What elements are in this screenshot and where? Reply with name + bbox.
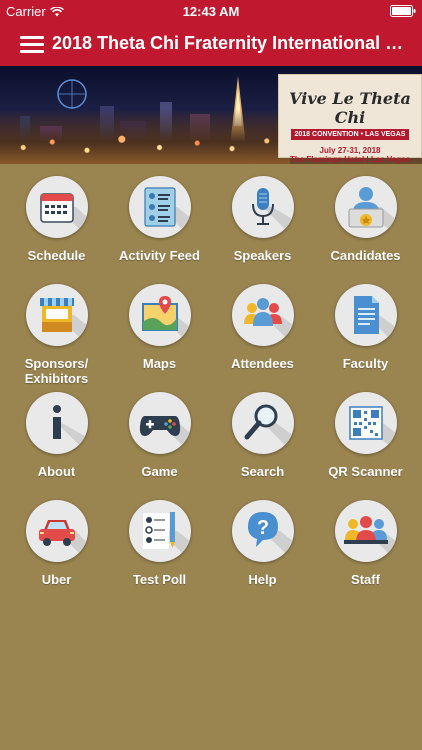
help-bubble-icon: ? xyxy=(232,500,294,562)
map-icon xyxy=(129,284,191,346)
menu-item-activity-feed[interactable]: Activity Feed xyxy=(108,164,211,272)
logo-venue: The Flamingo Hotel | Las Vegas xyxy=(289,155,411,164)
gamepad-icon xyxy=(129,392,191,454)
city-lights-decoration xyxy=(0,109,290,164)
menu-item-label: Schedule xyxy=(27,248,86,263)
calendar-icon xyxy=(26,176,88,238)
logo-script-text: Vive Le Theta Chi xyxy=(289,89,411,127)
menu-item-label: Attendees xyxy=(231,356,294,371)
menu-item-schedule[interactable]: Schedule xyxy=(5,164,108,272)
menu-item-faculty[interactable]: Faculty xyxy=(314,272,417,380)
menu-item-qr-scanner[interactable]: QR Scanner xyxy=(314,380,417,488)
menu-item-help[interactable]: ? Help xyxy=(211,488,314,596)
microphone-icon xyxy=(232,176,294,238)
menu-item-candidates[interactable]: Candidates xyxy=(314,164,417,272)
menu-item-label: Uber xyxy=(41,572,72,587)
menu-item-speakers[interactable]: Speakers xyxy=(211,164,314,272)
event-banner: Vive Le Theta Chi 2018 CONVENTION • LAS … xyxy=(0,66,422,164)
menu-item-label: Staff xyxy=(351,572,380,587)
menu-item-label: Game xyxy=(141,464,178,479)
menu-item-label: Candidates xyxy=(330,248,401,263)
status-time: 12:43 AM xyxy=(182,4,240,19)
activity-feed-icon xyxy=(129,176,191,238)
menu-item-label: QR Scanner xyxy=(328,464,403,479)
magnifier-icon xyxy=(232,392,294,454)
document-icon xyxy=(335,284,397,346)
status-bar: Carrier 12:43 AM xyxy=(0,0,422,22)
menu-item-label: Search xyxy=(240,464,285,479)
hamburger-menu-icon[interactable] xyxy=(20,34,44,54)
menu-item-attendees[interactable]: Attendees xyxy=(211,272,314,380)
menu-item-label: Maps xyxy=(142,356,177,371)
people-group-icon xyxy=(232,284,294,346)
menu-item-label: Test Poll xyxy=(132,572,187,587)
logo-ribbon: 2018 CONVENTION • LAS VEGAS xyxy=(291,129,409,140)
menu-item-test-poll[interactable]: Test Poll xyxy=(108,488,211,596)
menu-item-maps[interactable]: Maps xyxy=(108,272,211,380)
navigation-bar: 2018 Theta Chi Fraternity International … xyxy=(0,22,422,66)
candidate-badge-icon xyxy=(335,176,397,238)
menu-item-sponsors-exhibitors[interactable]: Sponsors/ Exhibitors xyxy=(5,272,108,386)
menu-item-about[interactable]: About xyxy=(5,380,108,488)
staff-group-icon xyxy=(335,500,397,562)
svg-text:?: ? xyxy=(257,517,269,539)
menu-item-search[interactable]: Search xyxy=(211,380,314,488)
poll-icon xyxy=(129,500,191,562)
menu-item-staff[interactable]: Staff xyxy=(314,488,417,596)
menu-item-uber[interactable]: Uber xyxy=(5,488,108,596)
menu-item-label: Help xyxy=(248,572,277,587)
car-icon xyxy=(26,500,88,562)
logo-dates: July 27-31, 2018 xyxy=(319,146,381,155)
menu-item-label: Speakers xyxy=(233,248,292,263)
battery-icon xyxy=(390,5,416,20)
info-icon xyxy=(26,392,88,454)
menu-item-label: Activity Feed xyxy=(119,248,200,263)
page-title: 2018 Theta Chi Fraternity International … xyxy=(52,33,414,53)
menu-item-label: Faculty xyxy=(342,356,389,371)
convention-logo: Vive Le Theta Chi 2018 CONVENTION • LAS … xyxy=(278,74,422,164)
qr-code-icon xyxy=(335,392,397,454)
menu-item-game[interactable]: Game xyxy=(108,380,211,488)
booth-icon xyxy=(26,284,88,346)
menu-item-label: About xyxy=(37,464,76,479)
